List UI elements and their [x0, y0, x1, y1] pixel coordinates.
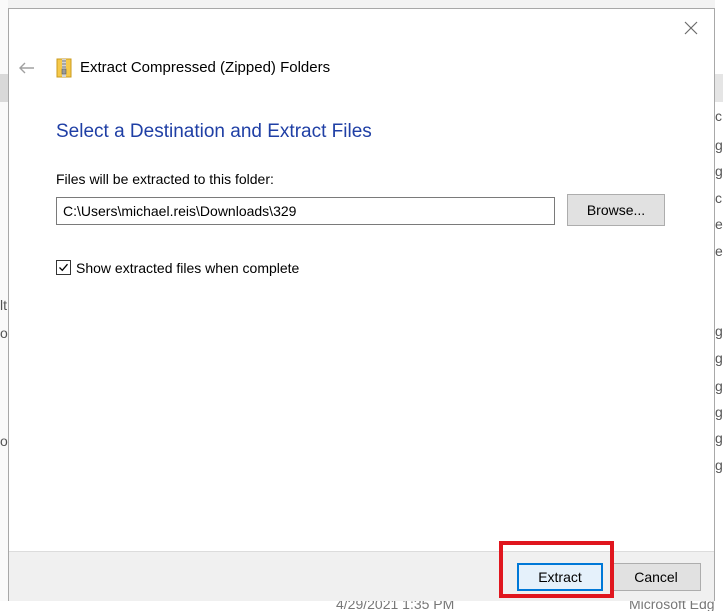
- back-button[interactable]: [17, 60, 37, 76]
- background-text-fragment: g: [715, 404, 723, 420]
- background-text-fragment: g: [715, 163, 723, 179]
- close-icon: [684, 21, 698, 35]
- background-text-fragment: lt: [0, 297, 7, 313]
- cancel-button[interactable]: Cancel: [611, 563, 701, 591]
- zip-folder-icon: [56, 58, 72, 78]
- background-text-fragment: o: [0, 325, 8, 341]
- background-text-fragment: g: [715, 457, 723, 473]
- extract-button[interactable]: Extract: [517, 563, 603, 591]
- extract-dialog: Extract Compressed (Zipped) Folders Sele…: [8, 8, 715, 601]
- close-button[interactable]: [682, 19, 700, 37]
- background-date-text: 4/29/2021 1:35 PM: [336, 601, 455, 611]
- page-heading: Select a Destination and Extract Files: [56, 121, 372, 142]
- background-text-fragment: g: [715, 378, 723, 394]
- destination-path-input[interactable]: [56, 197, 555, 225]
- background-window-left-band: [0, 74, 8, 102]
- back-arrow-icon: [19, 62, 34, 74]
- background-text-fragment: g: [715, 137, 723, 153]
- show-files-checkbox[interactable]: [56, 260, 71, 275]
- background-window-right-band: [715, 74, 723, 102]
- background-text-fragment: g: [715, 323, 723, 339]
- checkmark-icon: [59, 263, 68, 272]
- background-app-text: Microsoft Edg: [629, 601, 715, 611]
- dialog-footer: Extract Cancel: [9, 551, 714, 601]
- destination-label: Files will be extracted to this folder:: [56, 171, 274, 187]
- background-text-fragment: o: [0, 433, 8, 449]
- dialog-title: Extract Compressed (Zipped) Folders: [80, 59, 331, 76]
- background-text-fragment: c: [715, 108, 722, 124]
- background-text-fragment: e: [715, 216, 723, 232]
- background-text-fragment: c: [715, 190, 722, 206]
- browse-button[interactable]: Browse...: [567, 194, 665, 226]
- background-window-bottom-row: 4/29/2021 1:35 PM Microsoft Edg: [0, 601, 723, 611]
- show-files-label[interactable]: Show extracted files when complete: [76, 260, 299, 276]
- background-text-fragment: g: [715, 430, 723, 446]
- background-text-fragment: e: [715, 243, 723, 259]
- background-text-fragment: g: [715, 350, 723, 366]
